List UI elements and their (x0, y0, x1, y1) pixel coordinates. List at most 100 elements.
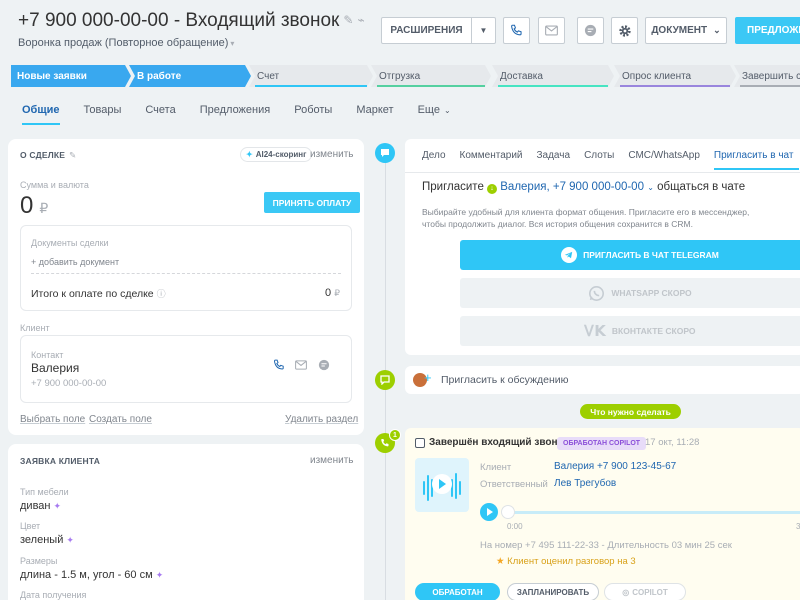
pipeline-selector[interactable]: Воронка продаж (Повторное обращение) ▾ (18, 37, 234, 49)
offer-label: ПРЕДЛОЖЕНИЕ (747, 25, 800, 36)
page-title: +7 900 000-00-00 - Входящий звонок ✎ ⌁ (18, 10, 365, 32)
audio-play-button[interactable] (480, 503, 498, 521)
tab-market[interactable]: Маркет (356, 104, 393, 122)
invite-line: Пригласите ↓ Валерия, +7 900 000-00-00 ⌄… (422, 181, 746, 194)
deal-edit-link[interactable]: изменить (310, 149, 354, 160)
request-card: ЗАЯВКА КЛИЕНТА изменить Тип мебели диван… (8, 444, 364, 600)
tab-todo[interactable]: Задача (537, 150, 571, 161)
request-edit-link[interactable]: изменить (310, 455, 354, 466)
field-label: Тип мебели (20, 487, 69, 497)
call-date: 17 окт, 11:28 (645, 437, 700, 448)
chat-icon[interactable] (318, 359, 330, 371)
stage-survey[interactable]: Опрос клиента (614, 65, 736, 87)
telegram-invite-button[interactable]: ПРИГЛАСИТЬ В ЧАТ TELEGRAM (460, 240, 800, 270)
contact-dropdown[interactable]: ↓ Валерия, +7 900 000-00-00 ⌄ (487, 181, 654, 194)
mail-icon[interactable] (295, 360, 307, 370)
tab-invoices[interactable]: Счета (145, 104, 175, 122)
discussion-label: Пригласить к обсуждению (441, 374, 569, 386)
call-count-badge: 1 (389, 429, 401, 441)
accept-payment-button[interactable]: ПРИНЯТЬ ОПЛАТУ (264, 192, 360, 213)
stage-invoice[interactable]: Счет (249, 65, 373, 87)
chevron-down-icon[interactable]: ▼ (472, 26, 495, 35)
add-document-link[interactable]: + добавить документ (31, 257, 119, 267)
field-value: длина - 1.5 м, угол - 60 см ✦ (20, 569, 164, 581)
chat-icon (584, 24, 597, 37)
waveform-icon (423, 473, 461, 501)
audio-progress-handle[interactable] (501, 505, 515, 519)
info-icon[interactable]: ⓘ (157, 289, 166, 299)
stage-finish[interactable]: Завершить сделку (734, 65, 800, 87)
stage-shipment[interactable]: Отгрузка (371, 65, 491, 87)
discussion-row[interactable]: + Пригласить к обсуждению (405, 366, 800, 394)
call-responsible-link[interactable]: Лев Трегубов (554, 478, 616, 489)
tab-offers[interactable]: Предложения (200, 104, 271, 122)
copilot-badge: ОБРАБОТАН COPILOT (557, 437, 647, 450)
document-button[interactable]: ДОКУМЕНТ ⌄ (645, 17, 727, 44)
call-rating: ★ Клиент оценил разговор на 3 (496, 556, 636, 567)
total-label: Итого к оплате по сделке ⓘ (31, 288, 166, 300)
stage-new[interactable]: Новые заявки (11, 65, 131, 87)
call-card: Завершён входящий звонок ОБРАБОТАН COPIL… (405, 428, 800, 600)
message-icon (380, 375, 390, 385)
link-icon[interactable]: ⌁ (357, 13, 364, 27)
schedule-button[interactable]: ЗАПЛАНИРОВАТЬ (507, 583, 599, 600)
call-client-link[interactable]: Валерия +7 900 123-45-67 (554, 461, 676, 472)
mail-icon (545, 25, 558, 36)
audio-progress-track[interactable] (507, 511, 800, 514)
processed-button[interactable]: ОБРАБОТАН (415, 583, 500, 600)
stage-in-progress[interactable]: В работе (129, 65, 251, 87)
deal-card: О СДЕЛКЕ ✎ ✦ AI24-скоринг изменить Сумма и… (8, 139, 364, 435)
tab-slots[interactable]: Слоты (584, 150, 614, 161)
phone-icon (381, 438, 389, 447)
tab-products[interactable]: Товары (84, 104, 122, 122)
tab-invite-chat[interactable]: Пригласить в чат (713, 150, 799, 170)
stage-bar: Новые заявки В работе Счет Отгрузка Дост… (11, 65, 800, 87)
star-icon: ★ (496, 556, 505, 567)
status-dot-icon: ↓ (487, 184, 498, 194)
delete-section-link[interactable]: Удалить раздел (285, 414, 358, 425)
field-label: Размеры (20, 556, 58, 566)
tab-general[interactable]: Общие (22, 104, 60, 125)
total-value: 0 ₽ (325, 287, 340, 299)
ai-scoring-badge[interactable]: ✦ AI24-скоринг (240, 147, 313, 162)
tab-sms[interactable]: СМС/WhatsApp (628, 150, 700, 161)
whatsapp-invite-button: WHATSAPP СКОРО (460, 278, 800, 308)
tab-task[interactable]: Дело (422, 150, 446, 161)
call-title: Завершён входящий звонок (429, 437, 569, 448)
request-card-header: ЗАЯВКА КЛИЕНТА (20, 456, 101, 466)
contact-name[interactable]: Валерия (31, 361, 79, 375)
contact-box: Контакт Валерия +7 900 000-00-00 (20, 335, 352, 403)
timeline-discussion-dot (375, 370, 395, 390)
extensions-button[interactable]: РАСШИРЕНИЯ ▼ (381, 17, 496, 44)
pencil-icon[interactable]: ✎ (343, 13, 353, 27)
documents-label: Документы сделки (31, 238, 109, 248)
offer-button[interactable]: ПРЕДЛОЖЕНИЕ (735, 17, 800, 44)
chevron-down-icon: ▾ (230, 39, 235, 48)
audio-thumbnail[interactable] (415, 458, 469, 512)
field-value: диван ✦ (20, 500, 62, 512)
phone-icon[interactable] (273, 359, 285, 371)
call-done-checkbox[interactable] (415, 438, 425, 448)
amount-label: Сумма и валюта (20, 180, 89, 190)
call-button[interactable] (503, 17, 530, 44)
amount-value: 0 ₽ (20, 192, 49, 219)
chat-button[interactable] (577, 17, 604, 44)
email-button[interactable] (538, 17, 565, 44)
select-field-link[interactable]: Выбрать поле (20, 414, 85, 425)
field-label: Дата получения (20, 590, 87, 600)
tab-robots[interactable]: Роботы (294, 104, 332, 122)
contact-phone: +7 900 000-00-00 (31, 378, 107, 389)
copilot-button[interactable]: ◎ COPILOT (604, 583, 686, 600)
todo-section-pill: Что нужно сделать (580, 404, 681, 419)
documents-box: Документы сделки + добавить документ Ито… (20, 225, 352, 311)
settings-button[interactable] (611, 17, 638, 44)
pencil-icon[interactable]: ✎ (69, 150, 76, 160)
divider (405, 172, 800, 173)
pipeline-label: Воронка продаж (Повторное обращение) (18, 37, 229, 49)
sparkle-icon: ✦ (155, 570, 164, 580)
tab-comment[interactable]: Комментарий (460, 150, 523, 161)
tab-more[interactable]: Еще ⌄ (418, 104, 451, 122)
create-field-link[interactable]: Создать поле (89, 414, 152, 425)
vk-invite-button: ᏙK ВКОНТАКТЕ СКОРО (460, 316, 800, 346)
stage-delivery[interactable]: Доставка (492, 65, 614, 87)
